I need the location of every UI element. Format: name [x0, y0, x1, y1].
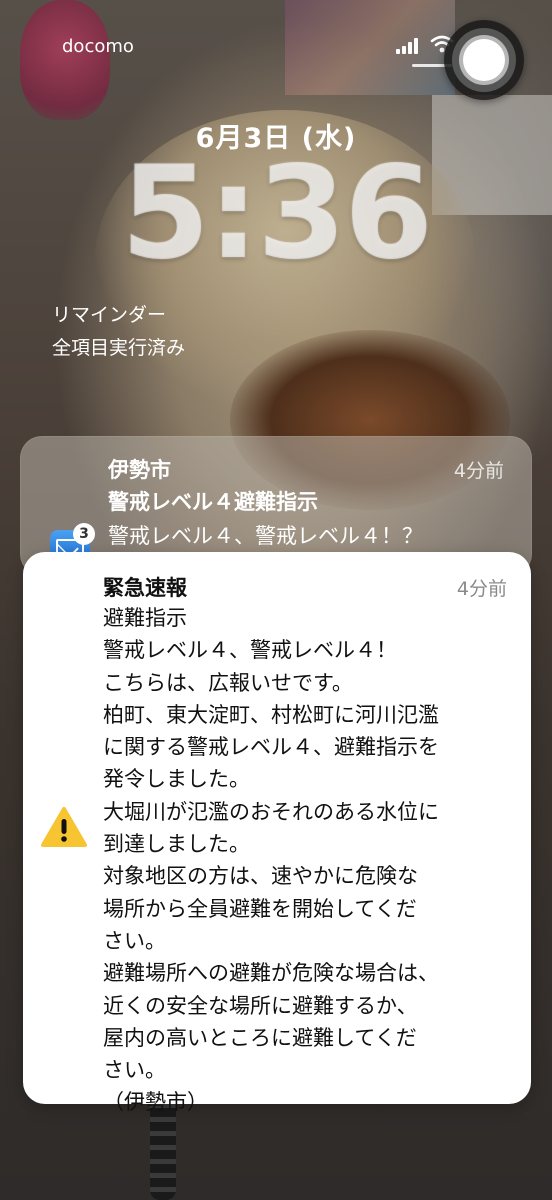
body-line: 近くの安全な場所に避難するか、 — [103, 993, 418, 1018]
body-line: さい。 — [103, 928, 166, 953]
body-line: （伊勢市） — [103, 1090, 208, 1115]
notification-body: 警戒レベル４、警戒レベル４！？ — [108, 524, 423, 548]
notification-body: 避難指示 警戒レベル４、警戒レベル４！ こちらは、広報いせです。 柏町、東大淀町… — [103, 602, 515, 1119]
notification-app-name: 伊勢市 — [108, 458, 171, 482]
reminders-widget[interactable]: リマインダー 全項目実行済み — [52, 300, 185, 360]
body-line: 場所から全員避難を開始してくだ — [103, 896, 417, 921]
body-line: 到達しました。 — [103, 832, 250, 857]
status-bar: docomo — [0, 0, 552, 100]
body-line: 屋内の高いところに避難してくだ — [103, 1025, 417, 1050]
body-line: こちらは、広報いせです。 — [103, 670, 353, 695]
mail-badge: 3 — [73, 523, 95, 545]
body-line: 発令しました。 — [103, 767, 250, 792]
body-line: 対象地区の方は、速やかに危険な — [103, 864, 418, 889]
body-line: 避難場所への避難が危険な場合は、 — [103, 961, 439, 986]
notification-title: 緊急速報 — [103, 576, 187, 600]
notification-subject: 警戒レベル４避難指示 — [108, 490, 318, 514]
body-line: 避難指示 — [103, 606, 187, 630]
widget-subtitle: 全項目実行済み — [52, 337, 186, 359]
widget-title: リマインダー — [52, 304, 167, 326]
body-line: 警戒レベル４、警戒レベル４！ — [103, 638, 397, 663]
body-line: 大堀川が氾濫のおそれのある水位に — [103, 799, 439, 824]
assistive-touch-button[interactable] — [444, 20, 524, 100]
warning-icon — [41, 807, 87, 847]
notification-time: 4分前 — [453, 460, 504, 482]
body-line: 柏町、東大淀町、村松町に河川氾濫 — [103, 702, 439, 727]
carrier-label: docomo — [62, 36, 134, 57]
body-line: さい。 — [103, 1058, 166, 1083]
body-line: に関する警戒レベル４、避難指示を — [103, 735, 439, 760]
cellular-signal-icon — [396, 38, 420, 54]
notification-time: 4分前 — [456, 578, 507, 600]
lock-clock: 5:36 — [120, 139, 433, 288]
notification-emergency-alert[interactable]: 緊急速報 4分前 避難指示 警戒レベル４、警戒レベル４！ こちらは、広報いせです… — [23, 552, 531, 1114]
